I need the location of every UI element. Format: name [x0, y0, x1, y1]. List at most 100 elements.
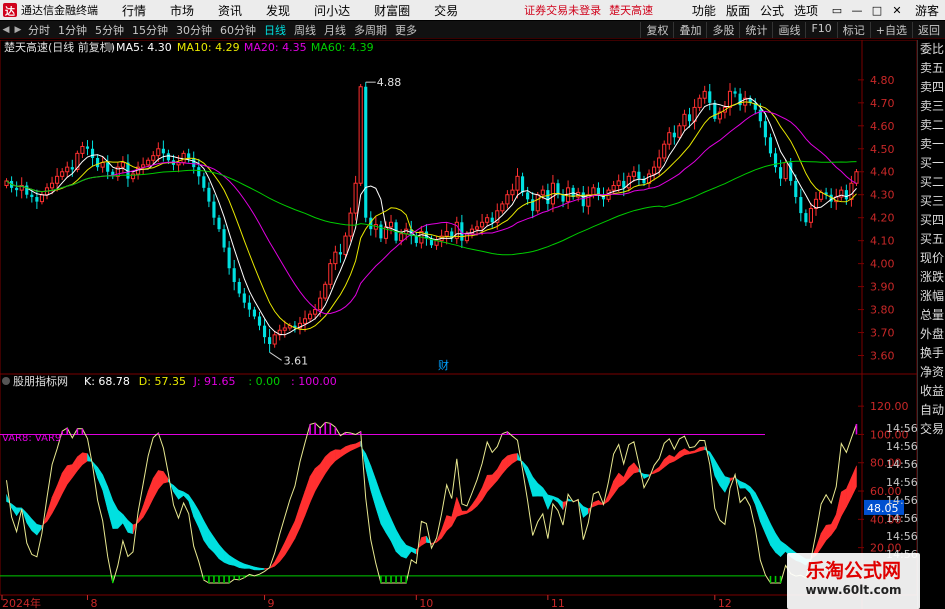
restore-window-icon[interactable]: ▭	[827, 4, 847, 17]
chart-tool-1[interactable]: 叠加	[673, 21, 706, 38]
kline-chart[interactable]: 4.80 4.70 4.60 4.50 4.40 4.30 4.20 4.10 4.00 3.90…	[0, 40, 917, 609]
kd-ribbon	[476, 487, 483, 507]
kd-ribbon	[663, 454, 670, 468]
menu-item-ask[interactable]: 问小达	[302, 2, 362, 19]
sidebar-item-4[interactable]: 卖二	[918, 116, 945, 135]
period-tab-9[interactable]: 多周期	[350, 22, 391, 38]
kd-ribbon	[557, 497, 564, 511]
menu-item-formula[interactable]: 公式	[755, 2, 789, 19]
menu-item-news[interactable]: 资讯	[206, 2, 254, 19]
x-label-2: 9	[268, 597, 275, 609]
kd-ribbon	[714, 458, 721, 486]
sidebar-item-5[interactable]: 卖一	[918, 135, 945, 154]
sidebar-item-2[interactable]: 卖四	[918, 78, 945, 97]
period-tab-7[interactable]: 周线	[290, 22, 320, 38]
chart-tool-6[interactable]: 标记	[836, 21, 870, 38]
settings-dot-icon	[105, 43, 113, 51]
indicator-value-1: D: 57.35	[139, 375, 186, 388]
sidebar-item-3[interactable]: 卖三	[918, 97, 945, 116]
candle-up	[399, 233, 404, 242]
sidebar-item-9[interactable]: 买四	[918, 211, 945, 230]
candle-down	[15, 187, 19, 191]
price-label-6: 4.20	[870, 212, 895, 225]
kd-ribbon	[780, 540, 786, 558]
menu-item-wealth[interactable]: 财富圈	[362, 2, 422, 19]
period-tab-8[interactable]: 月线	[320, 22, 350, 38]
kd-ribbon	[613, 472, 619, 496]
candle-down	[207, 187, 211, 202]
candle-down	[804, 213, 808, 223]
time-label-0: 14:56	[886, 422, 917, 435]
period-tab-6[interactable]: 日线	[260, 22, 290, 38]
period-tab-5[interactable]: 60分钟	[216, 22, 260, 38]
period-tab-3[interactable]: 15分钟	[128, 22, 172, 38]
kd-ribbon	[679, 448, 685, 459]
window-buttons: ▭ — □ ✕	[827, 4, 907, 17]
indicator-title: 股朋指标网	[13, 374, 68, 388]
kd-ribbon	[314, 463, 321, 493]
kd-ribbon	[724, 476, 731, 493]
stock-notice[interactable]: 楚天高速	[609, 2, 653, 18]
time-label-2: 14:56	[886, 458, 917, 471]
menu-item-discover[interactable]: 发现	[254, 2, 302, 19]
maximize-icon[interactable]: □	[867, 4, 887, 17]
sidebar-item-18[interactable]: 收益	[918, 382, 945, 401]
sidebar-item-8[interactable]: 买三	[918, 192, 945, 211]
sidebar-item-12[interactable]: 涨跌	[918, 268, 945, 287]
menu-item-market[interactable]: 市场	[158, 2, 206, 19]
kd-ribbon	[684, 448, 690, 456]
candle-down	[257, 316, 262, 326]
minimize-icon[interactable]: —	[847, 4, 867, 17]
period-tab-10[interactable]: 更多	[391, 22, 421, 38]
guest-login[interactable]: 游客	[915, 2, 939, 19]
sidebar-item-1[interactable]: 卖五	[918, 59, 945, 78]
sidebar-item-17[interactable]: 净资	[918, 363, 945, 382]
chevron-right-icon[interactable]: ▶	[12, 25, 24, 35]
sidebar-item-11[interactable]: 现价	[918, 249, 945, 268]
kd-ribbon	[77, 452, 83, 472]
period-tab-1[interactable]: 1分钟	[54, 22, 91, 38]
sidebar-item-14[interactable]: 总量	[918, 306, 945, 325]
menu-item-quotes[interactable]: 行情	[110, 2, 158, 19]
sidebar-item-10[interactable]: 买五	[918, 230, 945, 249]
sidebar-item-16[interactable]: 换手	[918, 344, 945, 363]
candle-down	[794, 180, 798, 198]
chart-tool-8[interactable]: 返回	[912, 21, 945, 38]
period-tab-4[interactable]: 30分钟	[172, 22, 216, 38]
sidebar-item-6[interactable]: 买一	[918, 154, 945, 173]
chart-tool-4[interactable]: 画线	[772, 21, 805, 38]
chart-tool-0[interactable]: 复权	[640, 21, 673, 38]
menu-item-functions[interactable]: 功能	[687, 2, 721, 19]
candle-down	[90, 148, 95, 158]
sidebar-item-0[interactable]: 委比	[918, 40, 945, 59]
candle-down	[561, 194, 565, 202]
sidebar-item-13[interactable]: 涨幅	[918, 287, 945, 306]
candle-down	[713, 102, 717, 119]
candle-up	[849, 182, 854, 200]
kd-ribbon	[775, 532, 781, 558]
period-tab-2[interactable]: 5分钟	[91, 22, 128, 38]
ma-label-2: MA20: 4.35	[244, 41, 307, 54]
candle-down	[197, 167, 201, 177]
period-tab-0[interactable]: 分时	[24, 22, 54, 38]
chart-tool-5[interactable]: F10	[805, 21, 836, 38]
kd-ribbon	[46, 497, 53, 523]
menu-item-options[interactable]: 选项	[789, 2, 823, 19]
chevron-left-icon[interactable]: ◀	[0, 25, 12, 35]
x-label-0: 2024年	[2, 596, 41, 609]
sidebar-item-19[interactable]: 自动	[918, 401, 945, 420]
sidebar-item-20[interactable]: 交易	[918, 420, 945, 439]
menu-item-trade[interactable]: 交易	[422, 2, 470, 19]
chart-tool-7[interactable]: +自选	[869, 21, 912, 38]
close-icon[interactable]: ✕	[887, 4, 907, 17]
chart-tool-2[interactable]: 多股	[706, 21, 739, 38]
time-label-3: 14:56	[886, 476, 917, 489]
sidebar-item-7[interactable]: 买二	[918, 173, 945, 192]
sidebar-item-15[interactable]: 外盘	[918, 325, 945, 344]
menu-item-layout[interactable]: 版面	[721, 2, 755, 19]
kd-ribbon	[122, 513, 129, 533]
kd-ribbon	[26, 512, 33, 532]
kd-ribbon	[294, 505, 301, 539]
login-notice[interactable]: 证券交易未登录	[524, 2, 601, 18]
chart-tool-3[interactable]: 统计	[739, 21, 772, 38]
